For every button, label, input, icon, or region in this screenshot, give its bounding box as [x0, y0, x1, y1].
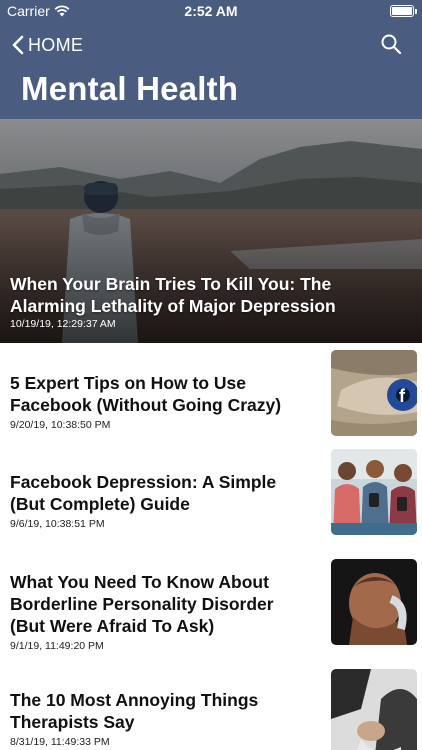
featured-article-title: When Your Brain Tries To Kill You: The A…: [10, 274, 336, 316]
search-button[interactable]: [380, 33, 402, 55]
back-label: HOME: [28, 34, 84, 55]
nav-bar: HOME: [0, 28, 422, 62]
header: Carrier 2:52 AM HOME Mental Health: [0, 0, 422, 119]
featured-article[interactable]: When Your Brain Tries To Kill You: The A…: [0, 119, 422, 343]
article-title: Facebook Depression: A Simple (But Compl…: [10, 472, 277, 514]
article-date: 9/20/19, 10:38:50 PM: [10, 419, 111, 431]
article-date: 9/6/19, 10:38:51 PM: [10, 518, 105, 530]
list-item[interactable]: The 10 Most Annoying Things Therapists S…: [0, 663, 422, 750]
article-thumbnail: [331, 449, 417, 535]
article-title: 5 Expert Tips on How to Use Facebook (Wi…: [10, 373, 282, 415]
article-thumbnail: [331, 669, 417, 750]
article-title: What You Need To Know About Borderline P…: [10, 572, 274, 636]
article-title: The 10 Most Annoying Things Therapists S…: [10, 690, 259, 732]
chevron-left-icon: [12, 35, 24, 55]
status-time: 2:52 AM: [184, 3, 238, 19]
page-title: Mental Health: [21, 70, 239, 107]
list-item[interactable]: Facebook Depression: A Simple (But Compl…: [0, 449, 422, 547]
status-bar: Carrier 2:52 AM: [0, 0, 422, 22]
article-thumbnail: [331, 559, 417, 645]
search-icon: [381, 34, 402, 55]
list-item[interactable]: What You Need To Know About Borderline P…: [0, 547, 422, 663]
article-date: 8/31/19, 11:49:33 PM: [10, 736, 110, 748]
featured-article-date: 10/19/19, 12:29:37 AM: [10, 318, 116, 330]
article-date: 9/1/19, 11:49:20 PM: [10, 640, 104, 652]
svg-text:f: f: [399, 386, 406, 406]
battery-icon: [390, 5, 417, 17]
back-button[interactable]: HOME: [12, 32, 83, 58]
list-item[interactable]: 5 Expert Tips on How to Use Facebook (Wi…: [0, 343, 422, 449]
article-thumbnail: f: [331, 350, 417, 436]
